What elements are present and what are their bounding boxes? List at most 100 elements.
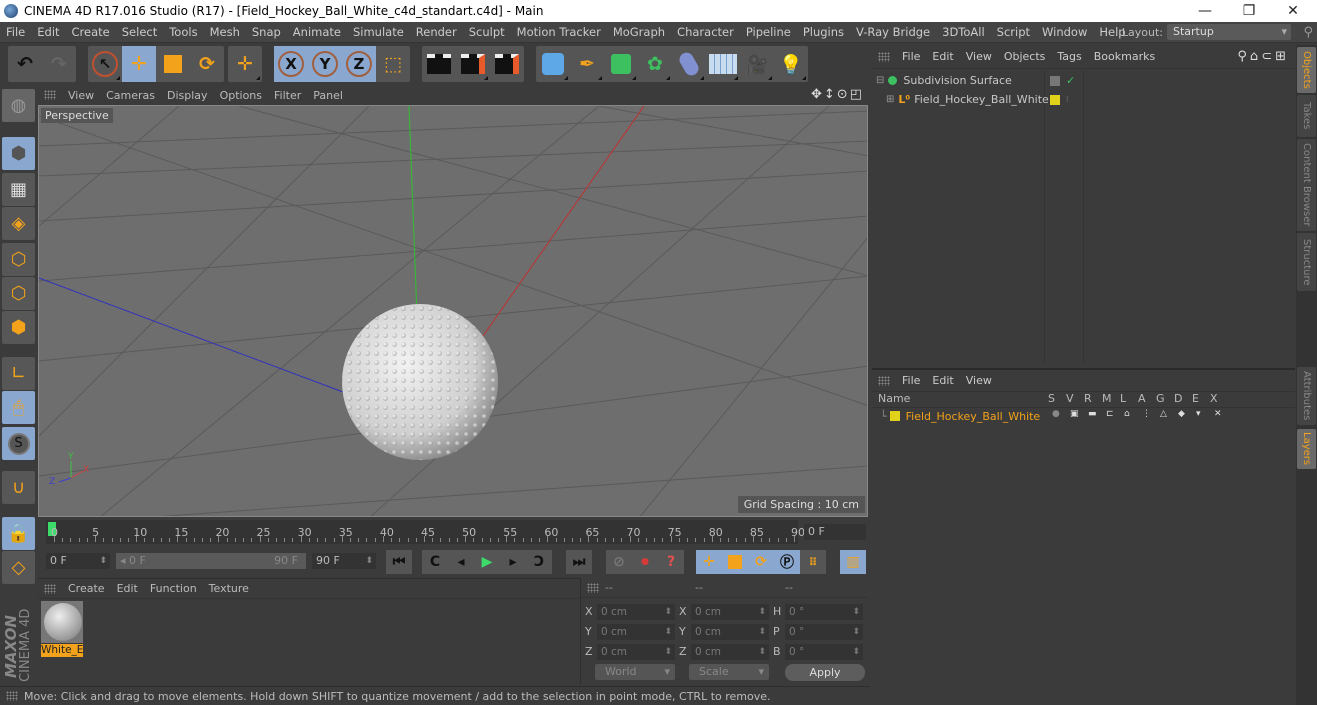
size-field[interactable]: 0 cm ⬍ [691, 644, 769, 660]
keyframe-selection-button[interactable]: ? [658, 550, 684, 574]
tab-attributes[interactable]: Attributes [1297, 367, 1316, 425]
x-axis-button[interactable]: X [274, 46, 308, 82]
frame-range-slider[interactable]: ◂ 0 F 90 F [116, 553, 306, 569]
search-icon[interactable]: ⚲ [1303, 25, 1313, 40]
scale-button[interactable] [156, 46, 190, 82]
menu-script[interactable]: Script [991, 25, 1036, 39]
redo-button[interactable]: ↷ [42, 46, 76, 82]
menu-animate[interactable]: Animate [287, 25, 347, 39]
layer-flag-x-icon[interactable]: ✕ [1214, 409, 1222, 419]
polygons-mode-button[interactable]: ⬢ [2, 311, 35, 344]
object-row-subdivision-surface[interactable]: ⊟ Subdivision Surface [872, 71, 1044, 90]
material-menu-create[interactable]: Create [62, 582, 111, 595]
object-menu-tags[interactable]: Tags [1051, 50, 1087, 63]
rotation-field[interactable]: 0 ° ⬍ [785, 604, 863, 620]
viewport-menu-options[interactable]: Options [214, 89, 268, 102]
viewport-menu-panel[interactable]: Panel [307, 89, 349, 102]
move-button[interactable]: ✛ [122, 46, 156, 82]
viewport-menu-display[interactable]: Display [161, 89, 214, 102]
tab-objects[interactable]: Objects [1297, 47, 1316, 93]
render-to-picture-viewer-button[interactable] [456, 46, 490, 82]
cloner-button[interactable]: ✿ [638, 46, 672, 82]
layer-flag-r-icon[interactable]: ▬ [1088, 409, 1097, 419]
locked-workplane-button[interactable]: 🔒 [2, 517, 35, 550]
maximize-view-icon[interactable]: ◰ [850, 87, 864, 102]
coordinate-type-select[interactable]: Scale [689, 664, 769, 680]
go-to-start-button[interactable]: ⏮ [386, 550, 412, 574]
visibility-toggle-icon[interactable] [1050, 75, 1060, 86]
go-to-end-button[interactable]: ⏭ [566, 550, 592, 574]
object-menu-edit[interactable]: Edit [926, 50, 959, 63]
layer-flag-a-icon[interactable]: ⋮ [1142, 409, 1151, 419]
z-axis-button[interactable]: Z [342, 46, 376, 82]
next-key-button[interactable]: Ɔ [526, 550, 552, 574]
layer-flag-s-icon[interactable]: ● [1052, 409, 1060, 419]
enabled-check-icon[interactable]: ✓ [1066, 74, 1075, 87]
menu-simulate[interactable]: Simulate [347, 25, 410, 39]
viewport-menu-view[interactable]: View [62, 89, 100, 102]
layer-column-r[interactable]: R [1084, 392, 1092, 405]
expand-icon[interactable]: ⊞ [886, 94, 894, 105]
object-menu-objects[interactable]: Objects [998, 50, 1052, 63]
layer-menu-edit[interactable]: Edit [926, 374, 959, 387]
layer-column-e[interactable]: E [1192, 392, 1199, 405]
menu-sculpt[interactable]: Sculpt [463, 25, 511, 39]
layer-flag-v-icon[interactable]: ▣ [1070, 409, 1079, 419]
size-field[interactable]: 0 cm ⬍ [691, 624, 769, 640]
material-menu-edit[interactable]: Edit [111, 582, 144, 595]
minimize-button[interactable]: — [1182, 0, 1228, 22]
rotation-field[interactable]: 0 ° ⬍ [785, 644, 863, 660]
layer-column-d[interactable]: D [1174, 392, 1182, 405]
layer-flag-d-icon[interactable]: ◆ [1178, 409, 1185, 419]
workplane-mode-button[interactable]: ◈ [2, 207, 35, 240]
object-menu-file[interactable]: File [896, 50, 926, 63]
restore-button[interactable]: ❐ [1226, 0, 1272, 22]
viewport-menu-cameras[interactable]: Cameras [100, 89, 161, 102]
object-row-field-hockey-ball[interactable]: ⊞ L⁰ Field_Hockey_Ball_White [872, 90, 1049, 109]
menu-3dtoall[interactable]: 3DToAll [936, 25, 991, 39]
previous-frame-button[interactable]: ◂ [448, 550, 474, 574]
play-button[interactable]: ▶ [474, 550, 500, 574]
menu-pipeline[interactable]: Pipeline [740, 25, 797, 39]
edges-mode-button[interactable]: ⬡ [2, 277, 35, 310]
layer-color-swatch[interactable] [889, 411, 900, 421]
menu-render[interactable]: Render [410, 25, 463, 39]
menu-window[interactable]: Window [1036, 25, 1093, 39]
search-icon[interactable]: ⚲ [1237, 49, 1250, 64]
render-settings-button[interactable] [490, 46, 524, 82]
position-field[interactable]: 0 cm ⬍ [597, 604, 675, 620]
new-view-icon[interactable]: ⊞ [1275, 49, 1289, 64]
dolly-icon[interactable]: ↕ [824, 87, 837, 102]
layer-column-a[interactable]: A [1138, 392, 1146, 405]
camera-label[interactable]: Perspective [41, 108, 113, 123]
link-icon[interactable]: ⊂ [1261, 49, 1275, 64]
timeline-ruler[interactable]: 0 5 10 15 20 25 30 35 40 45 50 55 60 65 70 75 80 85 90 [46, 520, 805, 544]
texture-mode-button[interactable]: ▦ [2, 173, 35, 206]
menu-tools[interactable]: Tools [163, 25, 203, 39]
current-frame-field[interactable]: 0 F [804, 524, 866, 540]
material-thumbnail[interactable] [41, 601, 83, 643]
tab-takes[interactable]: Takes [1297, 95, 1316, 137]
layer-flag-g-icon[interactable]: △ [1160, 409, 1167, 419]
live-selection-button[interactable]: ↖ [88, 46, 122, 82]
points-mode-button[interactable]: ⬡ [2, 243, 35, 276]
viewport-menu-filter[interactable]: Filter [268, 89, 307, 102]
layer-column-g[interactable]: G [1156, 392, 1165, 405]
menu-snap[interactable]: Snap [246, 25, 287, 39]
pan-icon[interactable]: ✥ [811, 87, 824, 102]
home-icon[interactable]: ⌂ [1250, 49, 1261, 64]
snap-button[interactable]: S [2, 427, 35, 460]
layer-column-v[interactable]: V [1066, 392, 1074, 405]
apply-button[interactable]: Apply [785, 664, 865, 681]
timeline-window-button[interactable]: ▥ [840, 550, 866, 574]
record-position-button[interactable]: ✛ [696, 550, 722, 574]
cube-button[interactable] [536, 46, 570, 82]
menu-vray-bridge[interactable]: V-Ray Bridge [850, 25, 936, 39]
start-frame-field[interactable]: 0 F ⬍ [46, 553, 110, 569]
menu-mesh[interactable]: Mesh [204, 25, 246, 39]
record-active-objects-button[interactable]: ⊘ [606, 550, 632, 574]
material-menu-texture[interactable]: Texture [203, 582, 255, 595]
tab-layers[interactable]: Layers [1297, 429, 1316, 469]
magnet-button[interactable]: ∪ [2, 471, 35, 504]
layer-menu-view[interactable]: View [960, 374, 998, 387]
